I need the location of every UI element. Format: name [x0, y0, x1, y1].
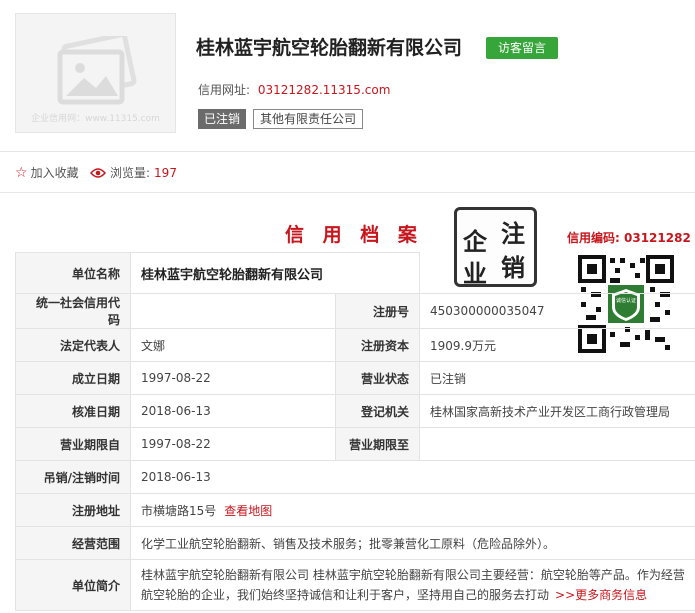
field-value: 1997-08-22 [130, 427, 336, 461]
field-label: 单位简介 [15, 559, 131, 611]
image-placeholder-icon [57, 36, 137, 105]
field-label: 注册号 [334, 293, 421, 329]
company-info-table: 单位名称 桂林蓝宇航空轮胎翻新有限公司 统一社会信用代码 注册号 4503000… [15, 252, 695, 611]
company-title: 桂林蓝宇航空轮胎翻新有限公司 [196, 37, 463, 59]
field-value: 已注销 [419, 361, 695, 395]
table-row: 经营范围 化学工业航空轮胎翻新、销售及技术服务；批零兼营化工原料（危险品除外）。 [15, 526, 695, 560]
field-label: 法定代表人 [15, 328, 131, 362]
credit-code-label: 信用编码: [567, 231, 620, 245]
favorite-label: 加入收藏 [30, 166, 79, 180]
field-value: 1997-08-22 [130, 361, 336, 395]
divider [0, 151, 695, 152]
star-icon: ☆ [15, 164, 28, 181]
field-label: 营业期限自 [15, 427, 131, 461]
field-value [130, 293, 336, 329]
credit-code: 信用编码: 03121282 [567, 229, 691, 246]
address-cell: 市横塘路15号 查看地图 [129, 493, 695, 527]
visitor-message-button[interactable]: 访客留言 [486, 37, 558, 59]
field-label: 经营范围 [15, 526, 131, 560]
credit-url-label: 信用网址: [198, 83, 251, 97]
table-row: 法定代表人 文娜 注册资本 1909.9万元 [15, 328, 695, 362]
views-count: 197 [154, 165, 177, 180]
table-row: 营业期限自 1997-08-22 营业期限至 [15, 427, 695, 461]
eye-icon [90, 167, 106, 178]
add-favorite-button[interactable]: ☆ 加入收藏 [15, 164, 79, 181]
company-type-badge: 其他有限责任公司 [253, 109, 364, 129]
divider [0, 192, 695, 193]
field-value [419, 427, 695, 461]
field-value: 1909.9万元 [419, 328, 695, 362]
company-logo-placeholder: 企业信用网：www.11315.com [15, 13, 176, 133]
table-row: 单位名称 桂林蓝宇航空轮胎翻新有限公司 [15, 252, 695, 294]
view-map-link[interactable]: 查看地图 [224, 504, 272, 518]
field-label: 营业期限至 [334, 427, 421, 461]
field-label: 统一社会信用代码 [15, 293, 131, 329]
address-value: 市横塘路15号 [141, 503, 217, 518]
field-label: 成立日期 [15, 361, 131, 395]
more-business-info-link[interactable]: >>更多商务信息 [555, 588, 647, 602]
table-row: 统一社会信用代码 注册号 450300000035047 [15, 293, 695, 329]
field-value: 桂林国家高新技术产业开发区工商行政管理局 [419, 394, 695, 428]
views-label: 浏览量: [110, 166, 151, 180]
field-value: 2018-06-13 [129, 460, 695, 494]
credit-archive-title: 信 用 档 案 [285, 224, 423, 246]
field-label: 注册资本 [334, 328, 421, 362]
field-value: 化学工业航空轮胎翻新、销售及技术服务；批零兼营化工原料（危险品除外）。 [129, 526, 695, 560]
field-label: 营业状态 [334, 361, 421, 395]
field-label: 核准日期 [15, 394, 131, 428]
table-row: 单位简介 桂林蓝宇航空轮胎翻新有限公司 桂林蓝宇航空轮胎翻新有限公司主要经营：航… [15, 559, 695, 611]
credit-url-link[interactable]: 03121282.11315.com [258, 83, 391, 97]
status-badge: 已注销 [198, 109, 247, 129]
field-value: 桂林蓝宇航空轮胎翻新有限公司 [129, 252, 421, 294]
intro-cell: 桂林蓝宇航空轮胎翻新有限公司 桂林蓝宇航空轮胎翻新有限公司主要经营：航空轮胎等产… [129, 559, 695, 611]
credit-url: 信用网址: 03121282.11315.com [198, 81, 390, 98]
table-spacer [420, 253, 695, 294]
field-label: 单位名称 [15, 252, 131, 294]
field-value: 450300000035047 [419, 293, 695, 329]
field-label: 注册地址 [15, 493, 131, 527]
field-value: 2018-06-13 [130, 394, 336, 428]
field-value: 文娜 [130, 328, 336, 362]
table-row: 吊销/注销时间 2018-06-13 [15, 460, 695, 494]
table-row: 核准日期 2018-06-13 登记机关 桂林国家高新技术产业开发区工商行政管理… [15, 394, 695, 428]
credit-code-value: 03121282 [624, 231, 691, 245]
field-label: 登记机关 [334, 394, 421, 428]
stamp-char: 注 [501, 219, 525, 248]
logo-watermark: 企业信用网：www.11315.com [31, 114, 160, 124]
view-count: 浏览量: 197 [90, 164, 177, 181]
table-row: 注册地址 市横塘路15号 查看地图 [15, 493, 695, 527]
table-row: 成立日期 1997-08-22 营业状态 已注销 [15, 361, 695, 395]
field-label: 吊销/注销时间 [15, 460, 131, 494]
